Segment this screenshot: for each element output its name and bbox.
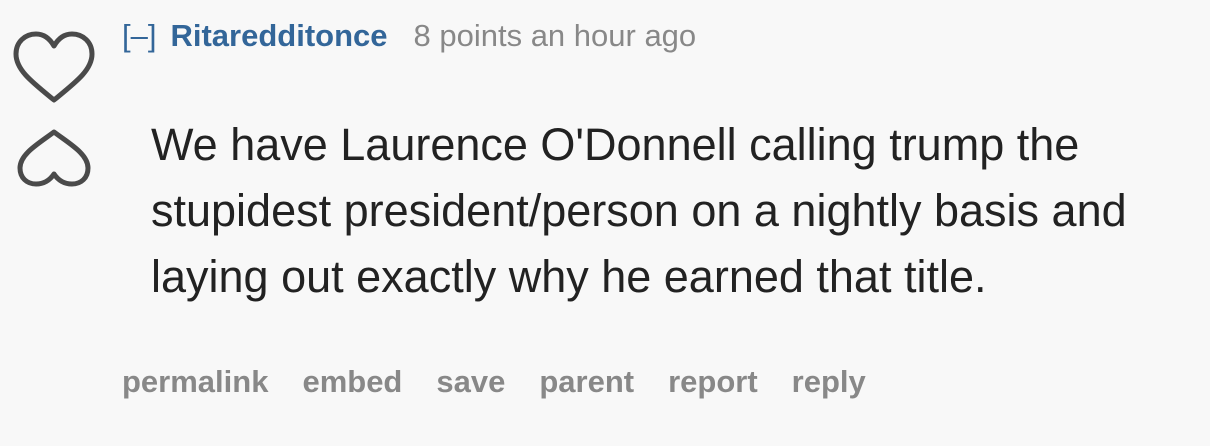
comment-meta: 8 points an hour ago [413, 18, 697, 53]
report-link[interactable]: report [668, 364, 758, 400]
parent-link[interactable]: parent [539, 364, 634, 400]
comment-header: [–] Ritaredditonce 8 points an hour ago [122, 18, 696, 62]
comment-body: We have Laurence O'Donnell calling trump… [151, 112, 1191, 310]
comment-text: We have Laurence O'Donnell calling trump… [151, 119, 1127, 302]
downvote-heart-icon[interactable] [12, 128, 96, 190]
reply-link[interactable]: reply [792, 364, 866, 400]
embed-link[interactable]: embed [302, 364, 402, 400]
save-link[interactable]: save [436, 364, 505, 400]
vote-column [12, 30, 96, 200]
comment-actions: permalink embed save parent report reply [122, 364, 900, 400]
upvote-heart-icon[interactable] [12, 30, 96, 108]
collapse-toggle[interactable]: [–] [122, 18, 156, 54]
permalink-link[interactable]: permalink [122, 364, 268, 400]
author-link[interactable]: Ritaredditonce [170, 18, 387, 54]
